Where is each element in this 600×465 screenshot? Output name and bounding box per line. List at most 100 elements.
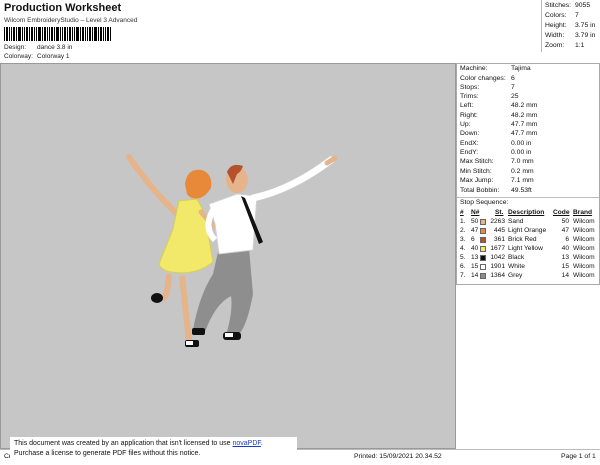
info-max-stitch: Max Stitch: 7.0 mm bbox=[460, 158, 534, 165]
info-value: 47.7 mm bbox=[511, 121, 538, 128]
row-desc: Light Orange bbox=[508, 227, 547, 234]
info-min-stitch: Min Stitch: 0.2 mm bbox=[460, 168, 534, 175]
color-swatch bbox=[480, 246, 486, 252]
summary-colors-label: Colors: bbox=[545, 12, 567, 19]
info-label: Trims: bbox=[460, 93, 479, 100]
design-row: Design: dance 3.8 in bbox=[4, 44, 72, 51]
row-n: 40 bbox=[471, 245, 479, 252]
row-desc: White bbox=[508, 263, 525, 270]
row-num: 1. bbox=[460, 218, 466, 225]
summary-zoom-value: 1:1 bbox=[575, 42, 585, 49]
stop-row: 5. 13 1042 Black 13 Wilcom bbox=[457, 254, 599, 263]
info-up: Up: 47.7 mm bbox=[460, 121, 537, 128]
info-label: Down: bbox=[460, 130, 480, 137]
info-label: Stops: bbox=[460, 84, 480, 91]
info-label: Max Jump: bbox=[460, 177, 494, 184]
info-value: 6 bbox=[511, 75, 515, 82]
info-label: Machine: bbox=[460, 65, 488, 72]
notice-line-2: Purchase a license to generate PDF files… bbox=[14, 450, 201, 457]
info-label: Max Stitch: bbox=[460, 158, 494, 165]
row-brand: Wilcom bbox=[573, 227, 595, 234]
info-value: 7.1 mm bbox=[511, 177, 534, 184]
row-n: 15 bbox=[471, 263, 479, 270]
info-label: EndY: bbox=[460, 149, 479, 156]
col-header-description: Description bbox=[508, 209, 545, 216]
colorway-label: Colorway: bbox=[4, 53, 33, 60]
color-swatch bbox=[480, 264, 486, 270]
info-endx: EndX: 0.00 in bbox=[460, 140, 531, 147]
info-down: Down: 47.7 mm bbox=[460, 130, 537, 137]
summary-width-value: 3.79 in bbox=[575, 32, 596, 39]
row-brand: Wilcom bbox=[573, 245, 595, 252]
summary-stitches-value: 9055 bbox=[575, 2, 591, 9]
info-label: Right: bbox=[460, 112, 478, 119]
col-header-brand: Brand bbox=[573, 209, 593, 216]
novapdf-link[interactable]: novaPDF bbox=[232, 440, 260, 447]
row-st: 2263 bbox=[490, 218, 505, 225]
row-code: 15 bbox=[561, 263, 569, 270]
printed-timestamp: Printed: 15/09/2021 20.34.52 bbox=[354, 453, 442, 460]
info-machine: Machine: Tajima bbox=[460, 65, 531, 72]
row-brand: Wilcom bbox=[573, 272, 595, 279]
summary-height-value: 3.75 in bbox=[575, 22, 596, 29]
divider bbox=[457, 197, 599, 198]
row-desc: Grey bbox=[508, 272, 523, 279]
info-total-bobbin: Total Bobbin: 49.53ft bbox=[460, 187, 532, 194]
info-value: 0.2 mm bbox=[511, 168, 534, 175]
row-code: 14 bbox=[561, 272, 569, 279]
barcode bbox=[4, 27, 111, 41]
info-value: 48.2 mm bbox=[511, 102, 538, 109]
page-number: Page 1 of 1 bbox=[561, 453, 596, 460]
info-label: Color changes: bbox=[460, 75, 506, 82]
row-desc: Light Yellow bbox=[508, 245, 543, 252]
row-num: 4. bbox=[460, 245, 466, 252]
row-code: 40 bbox=[561, 245, 569, 252]
dancing-couple-illustration bbox=[126, 154, 338, 347]
info-value: 47.7 mm bbox=[511, 130, 538, 137]
row-num: 2. bbox=[460, 227, 466, 234]
info-label: Left: bbox=[460, 102, 474, 109]
page-title: Production Worksheet bbox=[4, 2, 122, 14]
row-num: 7. bbox=[460, 272, 466, 279]
row-st: 1364 bbox=[490, 272, 505, 279]
info-value: 0.00 in bbox=[511, 149, 532, 156]
summary-stitches-label: Stitches: bbox=[545, 2, 572, 9]
row-st: 1901 bbox=[490, 263, 505, 270]
design-value: dance 3.8 in bbox=[37, 44, 73, 51]
color-swatch bbox=[480, 228, 486, 234]
info-value: 25 bbox=[511, 93, 519, 100]
summary-box: Stitches: 9055 Colors: 7 Height: 3.75 in… bbox=[541, 0, 600, 52]
row-st: 1677 bbox=[490, 245, 505, 252]
design-label: Design: bbox=[4, 44, 27, 51]
info-value: 0.00 in bbox=[511, 140, 532, 147]
row-desc: Black bbox=[508, 254, 525, 261]
summary-width-label: Width: bbox=[545, 32, 565, 39]
info-label: Total Bobbin: bbox=[460, 187, 500, 194]
stop-row: 7. 14 1364 Grey 14 Wilcom bbox=[457, 272, 599, 281]
info-endy: EndY: 0.00 in bbox=[460, 149, 531, 156]
row-n: 47 bbox=[471, 227, 479, 234]
info-stops: Stops: 7 bbox=[460, 84, 515, 91]
row-num: 3. bbox=[460, 236, 466, 243]
row-n: 50 bbox=[471, 218, 479, 225]
row-code: 47 bbox=[561, 227, 569, 234]
notice-text: . bbox=[260, 440, 263, 447]
row-brand: Wilcom bbox=[573, 254, 595, 261]
color-swatch bbox=[480, 219, 486, 225]
stop-row: 1. 50 2263 Sand 50 Wilcom bbox=[457, 218, 599, 227]
stop-row: 4. 40 1677 Light Yellow 40 Wilcom bbox=[457, 245, 599, 254]
summary-height-label: Height: bbox=[545, 22, 567, 29]
machine-info-panel: Machine: Tajima Color changes: 6 Stops: 7 T… bbox=[456, 63, 600, 285]
notice-line-1: This document was created by an applicat… bbox=[14, 439, 293, 449]
col-header-st: St. bbox=[495, 209, 504, 216]
info-color-changes: Color changes: 6 bbox=[460, 75, 515, 82]
stop-row: 3. 6 361 Brick Red 6 Wilcom bbox=[457, 236, 599, 245]
col-header-num: # bbox=[460, 209, 464, 216]
info-value: Tajima bbox=[511, 65, 531, 72]
color-swatch bbox=[480, 273, 486, 279]
row-num: 5. bbox=[460, 254, 466, 261]
row-n: 6 bbox=[471, 236, 475, 243]
color-swatch bbox=[480, 237, 486, 243]
row-n: 13 bbox=[471, 254, 479, 261]
row-st: 361 bbox=[493, 236, 505, 243]
